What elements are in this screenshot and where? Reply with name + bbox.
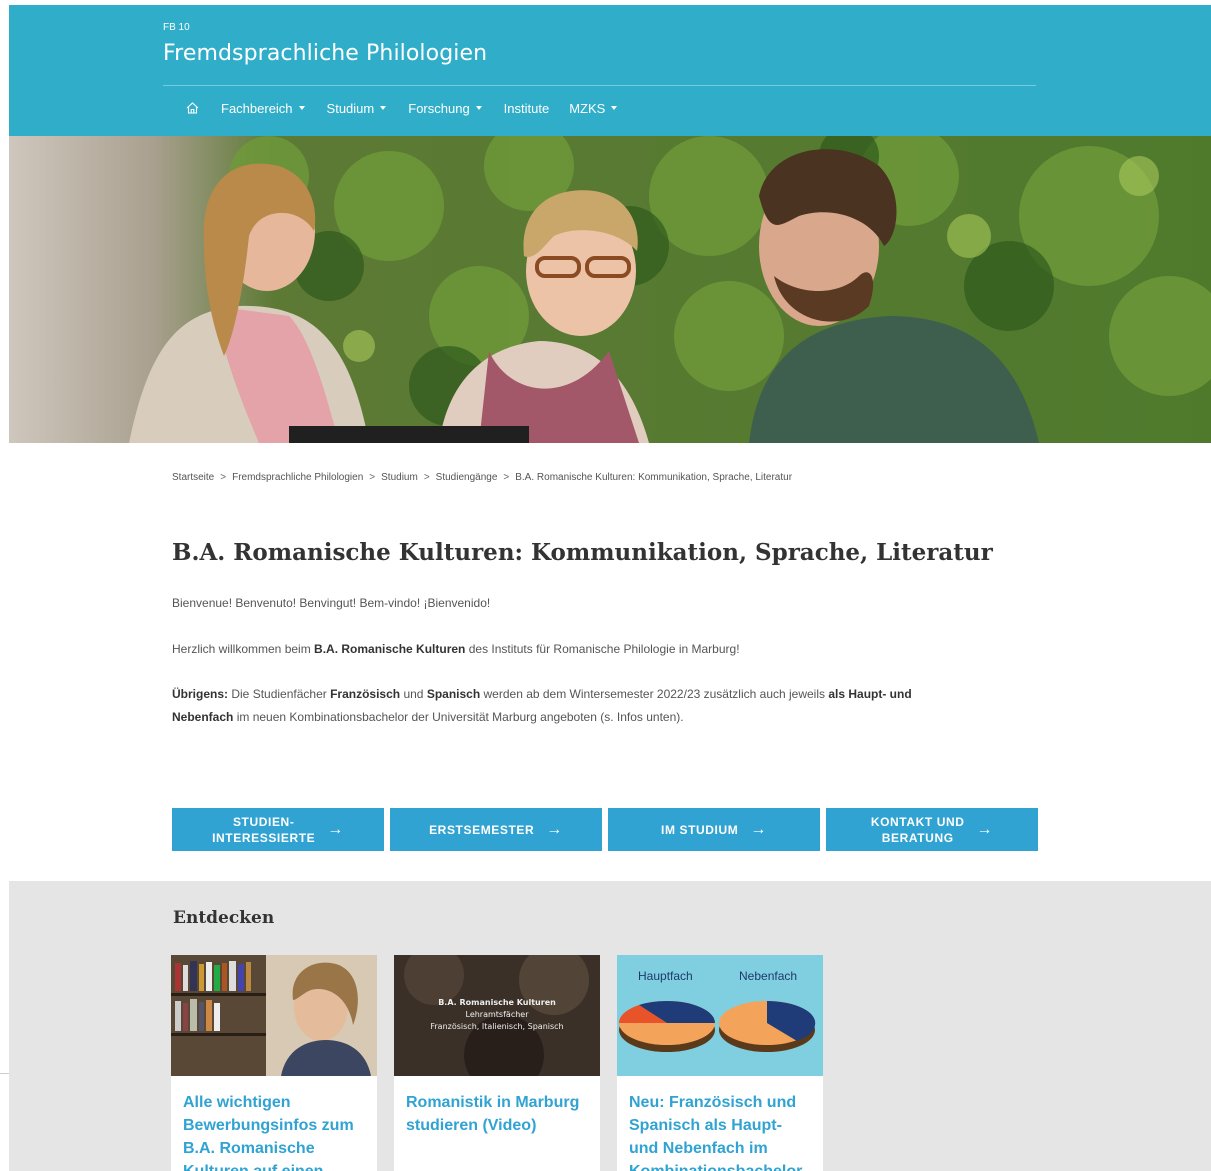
card-image: Hauptfach Nebenfach [617,955,823,1076]
breadcrumb-current: B.A. Romanische Kulturen: Kommunikation,… [515,472,793,483]
nav-home-link[interactable] [163,97,221,119]
video-sub-text: Französisch, Italienisch, Spanisch [430,1022,564,1031]
chevron-down-icon [298,106,305,110]
breadcrumb-separator: > [423,472,430,483]
arrow-right-icon: → [327,820,344,838]
breadcrumb-item[interactable]: Studium [381,472,418,483]
hero-image [9,136,1211,443]
pie-chart-hauptfach [618,1000,715,1052]
pie-chart-nebenfach [719,1000,816,1052]
main-nav: Fachbereich Studium Forschung Institute … [163,97,639,119]
note-text: Übrigens: Die Studienfächer Französisch … [172,687,912,724]
breadcrumb-separator: > [220,472,227,483]
site-title[interactable]: Fremdsprachliche Philologien [163,41,487,66]
cta-kontakt-button[interactable]: KONTAKT UND BERATUNG → [826,808,1038,851]
breadcrumb-item[interactable]: Fremdsprachliche Philologien [232,472,363,483]
card-image [171,955,377,1076]
nav-mzks[interactable]: MZKS [569,101,618,116]
chevron-down-icon [611,106,618,110]
discover-card[interactable]: Alle wichtigen Bewerbungsinfos zum B.A. … [171,955,377,1171]
nav-forschung[interactable]: Forschung [408,101,482,116]
discover-card[interactable]: Hauptfach Nebenfach Neu: Französisch und… [617,955,823,1171]
nav-fachbereich[interactable]: Fachbereich [221,101,305,116]
cta-studieninteressierte-button[interactable]: STUDIEN- INTERESSIERTE → [172,808,384,851]
home-icon [186,102,198,114]
chevron-down-icon [380,106,387,110]
breadcrumb: Startseite > Fremdsprachliche Philologie… [172,472,792,483]
card-image: B.A. Romanische Kulturen Lehramtsfächer … [394,955,600,1076]
breadcrumb-separator: > [369,472,376,483]
nav-studium[interactable]: Studium [327,101,387,116]
card-title[interactable]: Romanistik in Marburg studieren (Video) [394,1076,600,1152]
video-title-text: B.A. Romanische Kulturen [438,998,556,1007]
video-sub-text: Lehramtsfächer [465,1010,529,1019]
breadcrumb-item[interactable]: Startseite [172,472,214,483]
header-divider [163,85,1036,86]
arrow-right-icon: → [976,820,994,838]
cta-row: STUDIEN- INTERESSIERTE → ERSTSEMESTER → I… [172,808,1038,851]
discover-card[interactable]: B.A. Romanische Kulturen Lehramtsfächer … [394,955,600,1171]
welcome-text: Herzlich willkommen beim B.A. Romanische… [172,642,740,656]
card-title[interactable]: Alle wichtigen Bewerbungsinfos zum B.A. … [171,1076,377,1171]
chevron-down-icon [475,106,482,110]
arrow-right-icon: → [546,820,563,838]
arrow-right-icon: → [750,820,767,838]
divider [0,1073,9,1074]
faculty-label: FB 10 [163,22,190,33]
card-title[interactable]: Neu: Französisch und Spanisch als Haupt-… [617,1076,823,1171]
breadcrumb-separator: > [503,472,510,483]
greeting-text: Bienvenue! Benvenuto! Benvingut! Bem-vin… [172,596,491,610]
cta-im-studium-button[interactable]: IM STUDIUM → [608,808,820,851]
discover-title: Entdecken [173,908,275,928]
nav-institute[interactable]: Institute [504,101,550,116]
breadcrumb-item[interactable]: Studiengänge [436,472,498,483]
cta-erstsemester-button[interactable]: ERSTSEMESTER → [390,808,602,851]
page-title: B.A. Romanische Kulturen: Kommunikation,… [172,539,993,566]
